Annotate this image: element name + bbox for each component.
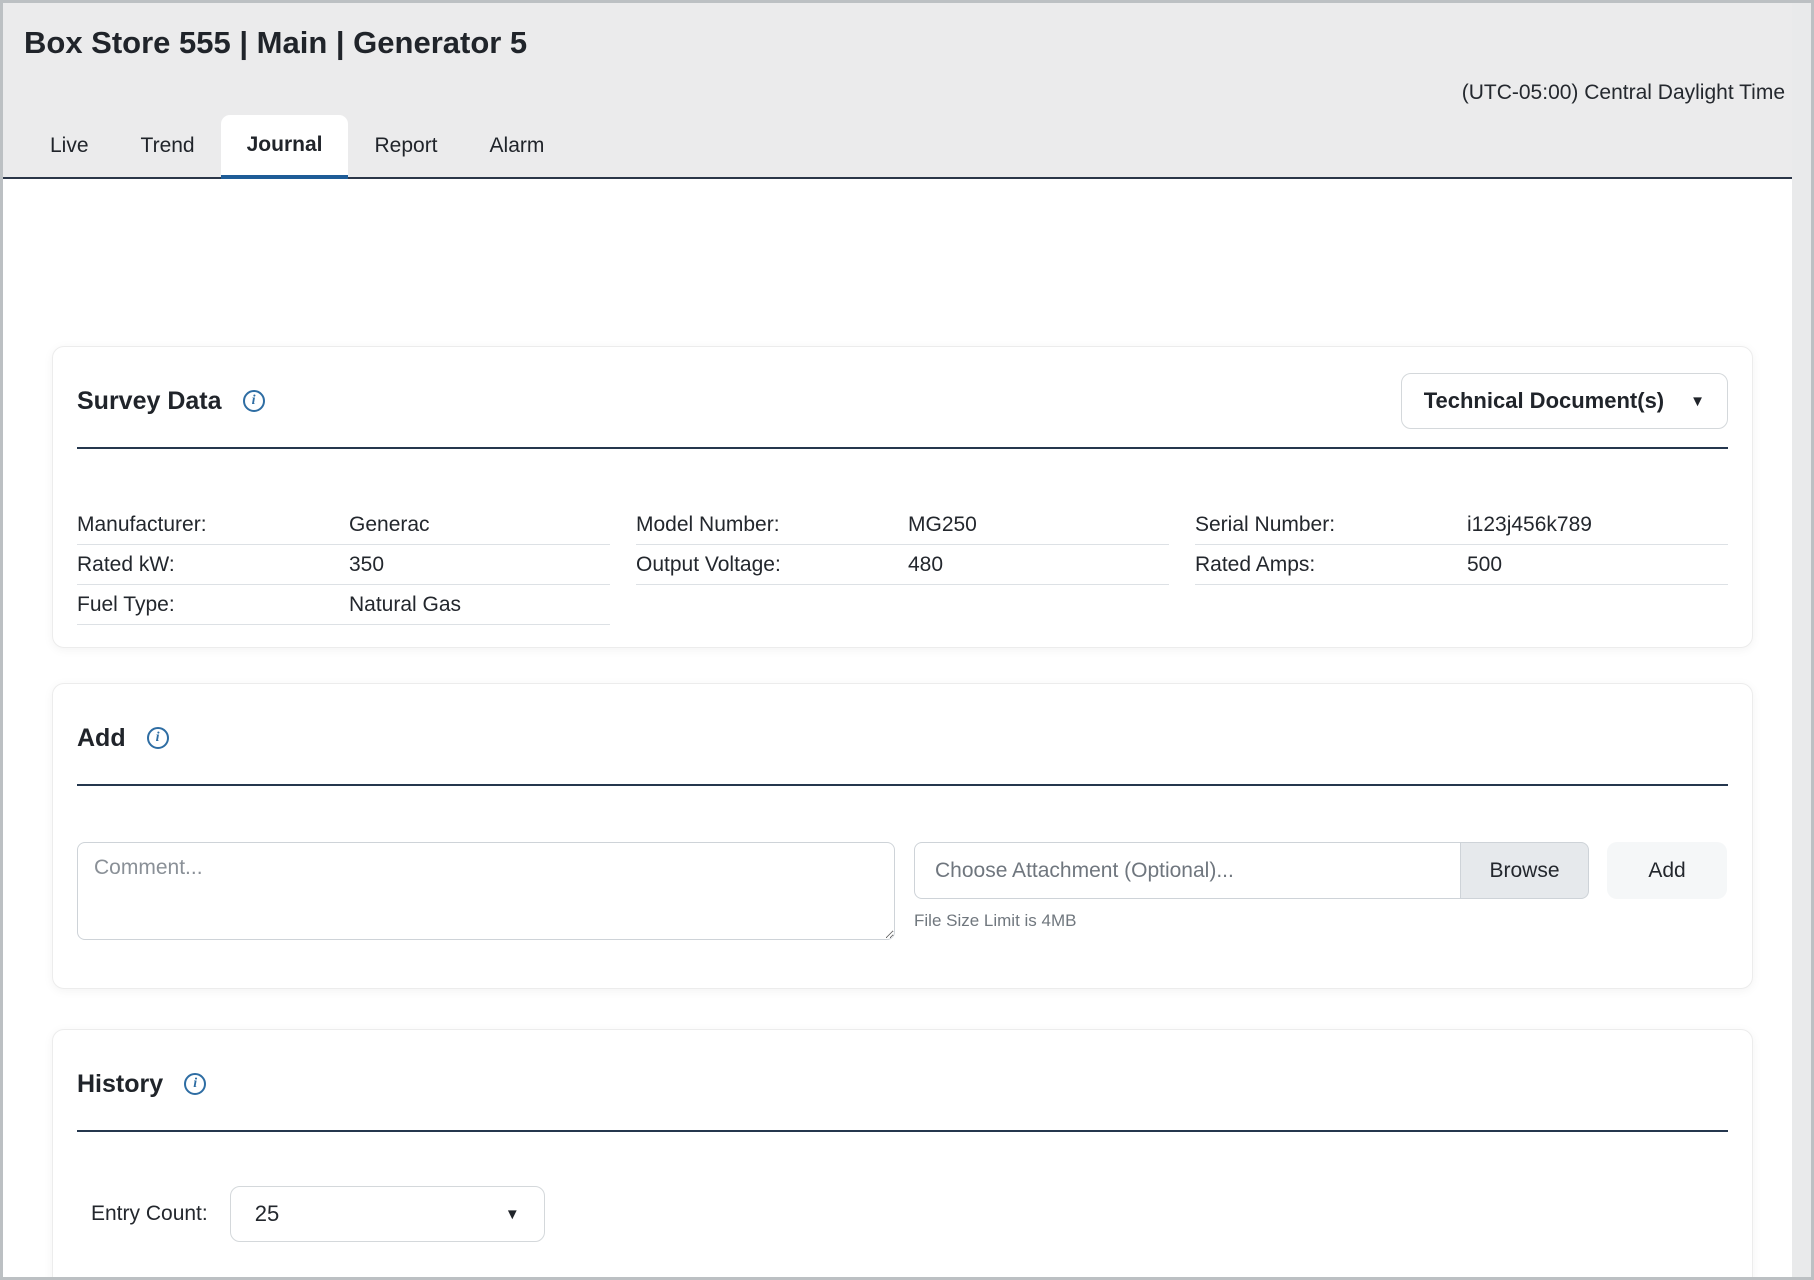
app-window: Box Store 555 | Main | Generator 5 (UTC-… <box>0 0 1814 1280</box>
main-content: Survey Data i Technical Document(s) ▼ Ma… <box>3 179 1811 1280</box>
survey-table: Manufacturer: Generac Rated kW: 350 Fuel… <box>77 505 1728 625</box>
survey-card-header: Survey Data i Technical Document(s) ▼ <box>77 373 1728 429</box>
table-row: Rated kW: 350 <box>77 545 610 585</box>
tab-alarm[interactable]: Alarm <box>464 115 571 177</box>
add-button[interactable]: Add <box>1607 842 1727 899</box>
history-card-header: History i <box>77 1056 1728 1112</box>
field-value: 500 <box>1467 553 1502 577</box>
table-row: Model Number: MG250 <box>636 505 1169 545</box>
technical-documents-dropdown[interactable]: Technical Document(s) ▼ <box>1401 373 1728 429</box>
technical-documents-value: Technical Document(s) <box>1424 388 1664 414</box>
history-card: History i Entry Count: 25 ▼ <box>52 1029 1753 1280</box>
add-divider <box>77 784 1728 786</box>
attachment-filename-field[interactable]: Choose Attachment (Optional)... <box>914 842 1461 899</box>
table-row: Rated Amps: 500 <box>1195 545 1728 585</box>
tab-live[interactable]: Live <box>24 115 115 177</box>
attachment-row: Choose Attachment (Optional)... Browse <box>914 842 1589 899</box>
field-label: Rated Amps: <box>1195 553 1467 577</box>
field-label: Manufacturer: <box>77 513 349 537</box>
entry-count-dropdown[interactable]: 25 ▼ <box>230 1186 545 1242</box>
field-label: Rated kW: <box>77 553 349 577</box>
table-row: Fuel Type: Natural Gas <box>77 585 610 625</box>
survey-data-card: Survey Data i Technical Document(s) ▼ Ma… <box>52 346 1753 648</box>
field-label: Model Number: <box>636 513 908 537</box>
field-value: Natural Gas <box>349 593 461 617</box>
info-icon[interactable]: i <box>243 390 265 412</box>
survey-column-3: Serial Number: i123j456k789 Rated Amps: … <box>1195 505 1728 625</box>
field-value: Generac <box>349 513 430 537</box>
chevron-down-icon: ▼ <box>1690 393 1705 410</box>
field-value: 480 <box>908 553 943 577</box>
survey-divider <box>77 447 1728 449</box>
add-form: Choose Attachment (Optional)... Browse F… <box>77 842 1728 940</box>
add-title: Add <box>77 724 126 753</box>
tab-journal[interactable]: Journal <box>221 115 349 179</box>
info-icon[interactable]: i <box>184 1073 206 1095</box>
info-icon[interactable]: i <box>147 727 169 749</box>
chevron-down-icon: ▼ <box>505 1206 520 1223</box>
tab-bar: Live Trend Journal Report Alarm <box>24 115 1787 177</box>
history-title: History <box>77 1070 163 1099</box>
tab-trend[interactable]: Trend <box>115 115 221 177</box>
table-row: Output Voltage: 480 <box>636 545 1169 585</box>
entry-count-label: Entry Count: <box>91 1202 208 1226</box>
entry-count-value: 25 <box>255 1201 279 1227</box>
browse-button[interactable]: Browse <box>1460 842 1589 899</box>
survey-column-2: Model Number: MG250 Output Voltage: 480 <box>636 505 1169 625</box>
history-divider <box>77 1130 1728 1132</box>
page-header: Box Store 555 | Main | Generator 5 (UTC-… <box>3 3 1811 179</box>
add-card-header: Add i <box>77 710 1728 766</box>
field-label: Output Voltage: <box>636 553 908 577</box>
comment-input[interactable] <box>77 842 895 940</box>
timezone-label: (UTC-05:00) Central Daylight Time <box>24 81 1787 105</box>
field-value: i123j456k789 <box>1467 513 1592 537</box>
survey-column-1: Manufacturer: Generac Rated kW: 350 Fuel… <box>77 505 610 625</box>
table-row: Serial Number: i123j456k789 <box>1195 505 1728 545</box>
survey-title: Survey Data <box>77 387 222 416</box>
vertical-scrollbar[interactable] <box>1792 3 1811 1277</box>
table-row: Manufacturer: Generac <box>77 505 610 545</box>
field-value: 350 <box>349 553 384 577</box>
page-title: Box Store 555 | Main | Generator 5 <box>24 25 1787 61</box>
file-size-note: File Size Limit is 4MB <box>914 911 1589 931</box>
field-label: Fuel Type: <box>77 593 349 617</box>
tab-report[interactable]: Report <box>348 115 463 177</box>
attachment-group: Choose Attachment (Optional)... Browse F… <box>914 842 1589 931</box>
field-label: Serial Number: <box>1195 513 1467 537</box>
entry-count-row: Entry Count: 25 ▼ <box>77 1186 1728 1242</box>
add-card: Add i Choose Attachment (Optional)... Br… <box>52 683 1753 989</box>
field-value: MG250 <box>908 513 977 537</box>
